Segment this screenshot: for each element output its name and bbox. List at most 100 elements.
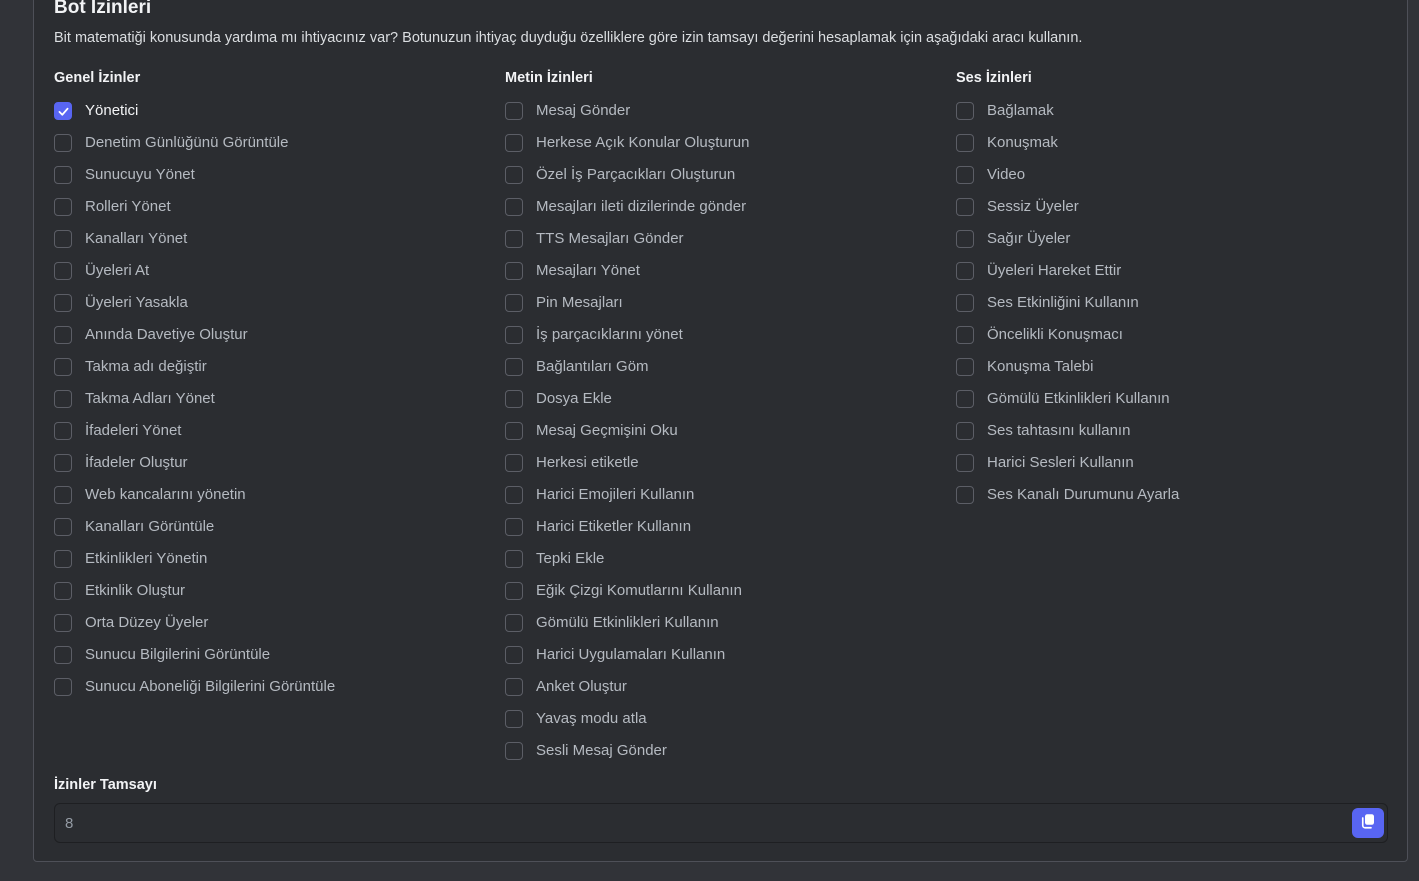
permission-checkbox[interactable] — [505, 358, 523, 376]
permission-checkbox[interactable] — [505, 198, 523, 216]
permission-item[interactable]: Konuşma Talebi — [956, 351, 1396, 383]
permission-item[interactable]: Herkesi etiketle — [505, 447, 945, 479]
permission-checkbox[interactable] — [505, 262, 523, 280]
permission-item[interactable]: Eğik Çizgi Komutlarını Kullanın — [505, 575, 945, 607]
permission-checkbox[interactable] — [956, 134, 974, 152]
permission-checkbox[interactable] — [505, 710, 523, 728]
permission-checkbox[interactable] — [956, 390, 974, 408]
permission-checkbox[interactable] — [505, 422, 523, 440]
permission-checkbox[interactable] — [54, 550, 72, 568]
permission-item[interactable]: Sessiz Üyeler — [956, 191, 1396, 223]
permission-item[interactable]: Tepki Ekle — [505, 543, 945, 575]
permission-checkbox[interactable] — [54, 198, 72, 216]
permission-item[interactable]: Öncelikli Konuşmacı — [956, 319, 1396, 351]
permission-item[interactable]: Ses Etkinliğini Kullanın — [956, 287, 1396, 319]
permission-checkbox[interactable] — [956, 198, 974, 216]
permission-item[interactable]: Anket Oluştur — [505, 671, 945, 703]
permission-checkbox[interactable] — [54, 294, 72, 312]
permission-item[interactable]: Ses tahtasını kullanın — [956, 415, 1396, 447]
permission-item[interactable]: Mesaj Gönder — [505, 95, 945, 127]
permission-item[interactable]: Video — [956, 159, 1396, 191]
permission-item[interactable]: TTS Mesajları Gönder — [505, 223, 945, 255]
permission-item[interactable]: Kanalları Yönet — [54, 223, 494, 255]
permission-item[interactable]: Etkinlik Oluştur — [54, 575, 494, 607]
permission-checkbox[interactable] — [505, 486, 523, 504]
permission-item[interactable]: İş parçacıklarını yönet — [505, 319, 945, 351]
permission-checkbox[interactable] — [54, 262, 72, 280]
permission-item[interactable]: Ses Kanalı Durumunu Ayarla — [956, 479, 1396, 511]
permission-checkbox[interactable] — [505, 294, 523, 312]
permission-checkbox[interactable] — [956, 454, 974, 472]
permission-item[interactable]: Harici Uygulamaları Kullanın — [505, 639, 945, 671]
permission-item[interactable]: Web kancalarını yönetin — [54, 479, 494, 511]
permission-item[interactable]: Harici Etiketler Kullanın — [505, 511, 945, 543]
permission-checkbox[interactable] — [956, 230, 974, 248]
permission-item[interactable]: Yönetici — [54, 95, 494, 127]
permission-checkbox[interactable] — [54, 134, 72, 152]
permission-item[interactable]: Dosya Ekle — [505, 383, 945, 415]
permission-checkbox[interactable] — [505, 518, 523, 536]
permission-item[interactable]: İfadeler Oluştur — [54, 447, 494, 479]
permission-checkbox[interactable] — [54, 646, 72, 664]
copy-button[interactable] — [1352, 808, 1384, 838]
permission-item[interactable]: Üyeleri Hareket Ettir — [956, 255, 1396, 287]
permission-item[interactable]: Yavaş modu atla — [505, 703, 945, 735]
permission-item[interactable]: Gömülü Etkinlikleri Kullanın — [956, 383, 1396, 415]
permission-checkbox[interactable] — [505, 134, 523, 152]
permission-item[interactable]: Üyeleri At — [54, 255, 494, 287]
permission-item[interactable]: Sunucu Aboneliği Bilgilerini Görüntüle — [54, 671, 494, 703]
permission-checkbox[interactable] — [54, 390, 72, 408]
permission-item[interactable]: Sunucuyu Yönet — [54, 159, 494, 191]
permission-checkbox[interactable] — [505, 390, 523, 408]
permission-checkbox[interactable] — [54, 102, 72, 120]
permission-item[interactable]: Bağlamak — [956, 95, 1396, 127]
permission-checkbox[interactable] — [54, 422, 72, 440]
permission-item[interactable]: Özel İş Parçacıkları Oluşturun — [505, 159, 945, 191]
permission-checkbox[interactable] — [54, 582, 72, 600]
permission-item[interactable]: Rolleri Yönet — [54, 191, 494, 223]
permission-item[interactable]: Harici Emojileri Kullanın — [505, 479, 945, 511]
permission-checkbox[interactable] — [505, 646, 523, 664]
permission-item[interactable]: Herkese Açık Konular Oluşturun — [505, 127, 945, 159]
permission-checkbox[interactable] — [505, 550, 523, 568]
permission-checkbox[interactable] — [54, 678, 72, 696]
permission-checkbox[interactable] — [505, 742, 523, 760]
permission-item[interactable]: Sağır Üyeler — [956, 223, 1396, 255]
permission-checkbox[interactable] — [956, 166, 974, 184]
permission-item[interactable]: Etkinlikleri Yönetin — [54, 543, 494, 575]
permission-checkbox[interactable] — [956, 422, 974, 440]
permission-checkbox[interactable] — [54, 230, 72, 248]
permission-checkbox[interactable] — [956, 102, 974, 120]
permission-checkbox[interactable] — [54, 454, 72, 472]
permission-item[interactable]: Denetim Günlüğünü Görüntüle — [54, 127, 494, 159]
permission-item[interactable]: Kanalları Görüntüle — [54, 511, 494, 543]
permission-item[interactable]: İfadeleri Yönet — [54, 415, 494, 447]
permission-item[interactable]: Üyeleri Yasakla — [54, 287, 494, 319]
permission-checkbox[interactable] — [54, 166, 72, 184]
permission-checkbox[interactable] — [505, 326, 523, 344]
permission-item[interactable]: Takma Adları Yönet — [54, 383, 494, 415]
permission-item[interactable]: Gömülü Etkinlikleri Kullanın — [505, 607, 945, 639]
permission-item[interactable]: Harici Sesleri Kullanın — [956, 447, 1396, 479]
permission-item[interactable]: Mesajları ileti dizilerinde gönder — [505, 191, 945, 223]
permission-checkbox[interactable] — [54, 358, 72, 376]
permission-item[interactable]: Mesaj Geçmişini Oku — [505, 415, 945, 447]
permission-checkbox[interactable] — [505, 230, 523, 248]
permission-item[interactable]: Bağlantıları Göm — [505, 351, 945, 383]
permission-item[interactable]: Sesli Mesaj Gönder — [505, 735, 945, 767]
permission-item[interactable]: Anında Davetiye Oluştur — [54, 319, 494, 351]
permission-checkbox[interactable] — [956, 358, 974, 376]
permission-checkbox[interactable] — [956, 262, 974, 280]
permission-item[interactable]: Mesajları Yönet — [505, 255, 945, 287]
permission-item[interactable]: Sunucu Bilgilerini Görüntüle — [54, 639, 494, 671]
permission-checkbox[interactable] — [505, 678, 523, 696]
permissions-integer-input[interactable] — [55, 813, 1352, 833]
permission-checkbox[interactable] — [54, 614, 72, 632]
permission-item[interactable]: Konuşmak — [956, 127, 1396, 159]
permission-checkbox[interactable] — [54, 518, 72, 536]
permission-checkbox[interactable] — [54, 326, 72, 344]
permission-item[interactable]: Orta Düzey Üyeler — [54, 607, 494, 639]
permission-checkbox[interactable] — [505, 166, 523, 184]
permission-checkbox[interactable] — [505, 582, 523, 600]
permission-checkbox[interactable] — [505, 102, 523, 120]
